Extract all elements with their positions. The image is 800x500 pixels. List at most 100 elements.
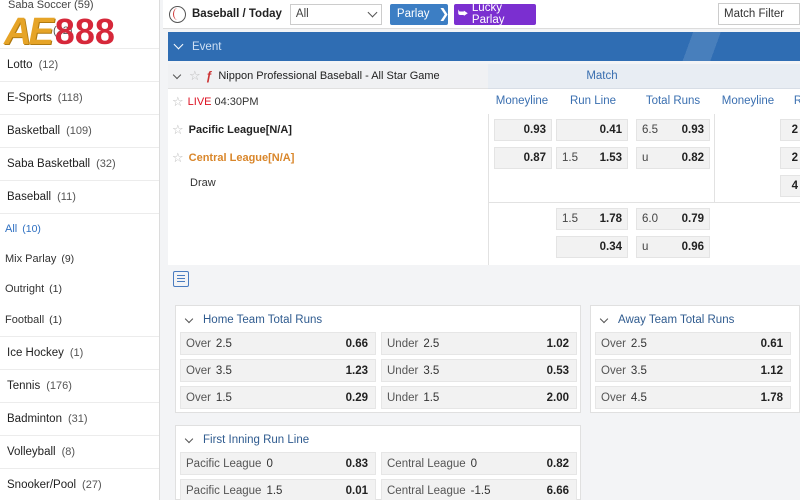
bet-line: 0 bbox=[470, 457, 478, 470]
bet-cell[interactable]: Central League -1.5 6.66 bbox=[381, 479, 577, 500]
favorite-star-icon[interactable]: ☆ bbox=[172, 122, 184, 138]
bet-cell[interactable]: Over 1.5 0.29 bbox=[180, 386, 376, 409]
odds-cell-tr-over[interactable]: 6.5 0.93 bbox=[636, 119, 710, 141]
sidebar-sub-label: Mix Parlay bbox=[5, 253, 57, 265]
sidebar-item-snooker-pool[interactable]: Snooker/Pool (27) bbox=[0, 469, 159, 500]
handicap: 1.5 bbox=[562, 213, 578, 225]
bet-cell[interactable]: Over 3.5 1.23 bbox=[180, 359, 376, 382]
sidebar-sub-mix-parlay[interactable]: Mix Parlay (9) bbox=[0, 244, 159, 274]
day-filter-select[interactable]: All bbox=[289, 3, 382, 25]
bet-line: 4.5 bbox=[630, 391, 647, 404]
odds-cell-cut[interactable]: 4 bbox=[780, 175, 800, 197]
bet-label: Under bbox=[387, 337, 419, 350]
bet-cell[interactable]: Under 3.5 0.53 bbox=[381, 359, 577, 382]
league-row[interactable]: ☆ ƒ Nippon Professional Baseball - All S… bbox=[168, 64, 488, 89]
odds-cell-ml-away[interactable]: 0.87 bbox=[494, 147, 552, 169]
layout-toggle-icon[interactable] bbox=[173, 271, 189, 287]
odds-cell-alt-tr-2[interactable]: u 0.96 bbox=[636, 236, 710, 258]
sidebar-item-esports[interactable]: E-Sports (118) bbox=[0, 82, 159, 115]
bet-cell[interactable]: Under 2.5 1.02 bbox=[381, 332, 577, 355]
sidebar-sub-football[interactable]: Football (1) bbox=[0, 304, 159, 337]
bet-label: Pacific League bbox=[186, 457, 262, 470]
odds-cell-cut[interactable]: 2 bbox=[780, 147, 800, 169]
handicap: 6.0 bbox=[642, 213, 658, 225]
odds-cell-alt-tr[interactable]: 6.0 0.79 bbox=[636, 208, 710, 230]
lightning-icon: ⮩ bbox=[457, 7, 469, 20]
panel-header[interactable]: Home Team Total Runs bbox=[176, 306, 580, 334]
sidebar-item-volleyball[interactable]: Volleyball (8) bbox=[0, 436, 159, 469]
bet-cell[interactable]: Over 2.5 0.61 bbox=[595, 332, 791, 355]
odds-value: 0.93 bbox=[681, 124, 704, 136]
event-header[interactable]: Event bbox=[168, 32, 800, 61]
sidebar-item-label: Ice Hockey bbox=[7, 347, 64, 359]
match-column-group: Match bbox=[488, 64, 800, 89]
bet-odds: 1.78 bbox=[760, 391, 783, 404]
bet-line: 3.5 bbox=[423, 364, 440, 377]
bet-cell[interactable]: Central League 0 0.82 bbox=[381, 452, 577, 475]
favorite-star-icon[interactable]: ☆ bbox=[172, 150, 184, 166]
brand-logo: AE 888 bbox=[0, 8, 159, 56]
favorite-star-icon[interactable]: ☆ bbox=[172, 94, 184, 110]
bet-label: Under bbox=[387, 364, 419, 377]
bet-cell[interactable]: Over 3.5 1.12 bbox=[595, 359, 791, 382]
sidebar-sub-count: (1) bbox=[49, 283, 62, 295]
parlay-button[interactable]: Parlay ❯ bbox=[389, 3, 449, 25]
bet-cell[interactable]: Pacific League 1.5 0.01 bbox=[180, 479, 376, 500]
sidebar-item-count: (176) bbox=[46, 380, 72, 392]
odds-value: 0.41 bbox=[599, 124, 622, 136]
bet-line: 1.5 bbox=[423, 391, 440, 404]
bet-odds: 0.01 bbox=[345, 484, 368, 497]
panel-header[interactable]: First Inning Run Line bbox=[176, 426, 580, 454]
odds-cell-cut[interactable]: 2 bbox=[780, 119, 800, 141]
sidebar-item-ice-hockey[interactable]: Ice Hockey (1) bbox=[0, 337, 159, 370]
sidebar-item-count: (31) bbox=[67, 413, 88, 425]
sidebar-item-label: Lotto bbox=[7, 59, 33, 71]
home-team-name: Pacific League[N/A] bbox=[188, 124, 292, 136]
bet-cell[interactable]: Under 1.5 2.00 bbox=[381, 386, 577, 409]
odds-value: 0.79 bbox=[681, 213, 704, 225]
bet-cell[interactable]: Pacific League 0 0.83 bbox=[180, 452, 376, 475]
sidebar-sub-outright[interactable]: Outright (1) bbox=[0, 274, 159, 304]
bet-odds: 0.53 bbox=[546, 364, 569, 377]
odds-cell-alt-rl[interactable]: 1.5 1.78 bbox=[556, 208, 628, 230]
away-team-row[interactable]: ☆ Central League[N/A] bbox=[168, 144, 294, 172]
row-divider bbox=[488, 202, 800, 203]
odds-value: 2 bbox=[791, 124, 798, 136]
col-run-line: Run Line bbox=[569, 95, 617, 107]
favorite-star-icon[interactable]: ☆ bbox=[189, 68, 201, 84]
col-run-line-2: R bbox=[793, 95, 800, 107]
sidebar-item-saba-basketball[interactable]: Saba Basketball (32) bbox=[0, 148, 159, 181]
chevron-down-icon bbox=[184, 434, 194, 443]
sidebar-item-label: Saba Basketball bbox=[7, 158, 91, 170]
odds-cell-alt-rl-2[interactable]: 0.34 bbox=[556, 236, 628, 258]
sidebar-item-tennis[interactable]: Tennis (176) bbox=[0, 370, 159, 403]
bet-odds: 0.29 bbox=[345, 391, 368, 404]
chevron-down-icon bbox=[367, 7, 378, 17]
header-decoration bbox=[660, 32, 760, 61]
bet-cell[interactable]: Over 2.5 0.66 bbox=[180, 332, 376, 355]
sidebar-sub-all[interactable]: All (10) bbox=[0, 214, 159, 244]
odds-cell-tr-under[interactable]: u 0.82 bbox=[636, 147, 710, 169]
sidebar-item-basketball[interactable]: Basketball (109) bbox=[0, 115, 159, 148]
home-team-row[interactable]: ☆ Pacific League[N/A] bbox=[168, 116, 292, 144]
bet-odds: 2.00 bbox=[546, 391, 569, 404]
odds-cell-ml-home[interactable]: 0.93 bbox=[494, 119, 552, 141]
bet-label: Over bbox=[601, 364, 626, 377]
match-filter-button[interactable]: Match Filter bbox=[718, 3, 800, 25]
odds-value: 0.96 bbox=[681, 241, 704, 253]
bet-line: 2.5 bbox=[215, 337, 232, 350]
live-status-row: ☆ LIVE 04:30PM bbox=[168, 89, 488, 114]
bet-label: Central League bbox=[387, 457, 466, 470]
sidebar-item-baseball[interactable]: Baseball (11) bbox=[0, 181, 159, 214]
panel-header[interactable]: Away Team Total Runs bbox=[591, 306, 799, 334]
draw-label: Draw bbox=[190, 177, 216, 189]
odds-cell-rl-away[interactable]: 1.5 1.53 bbox=[556, 147, 628, 169]
bet-cell[interactable]: Over 4.5 1.78 bbox=[595, 386, 791, 409]
away-team-name: Central League[N/A] bbox=[188, 152, 295, 164]
bet-line: 2.5 bbox=[630, 337, 647, 350]
lucky-parlay-button[interactable]: ⮩ Lucky Parlay bbox=[453, 2, 536, 26]
match-filter-label: Match Filter bbox=[724, 8, 785, 20]
odds-cell-rl-home[interactable]: 0.41 bbox=[556, 119, 628, 141]
sidebar-item-badminton[interactable]: Badminton (31) bbox=[0, 403, 159, 436]
sidebar-item-label: Badminton bbox=[7, 413, 62, 425]
